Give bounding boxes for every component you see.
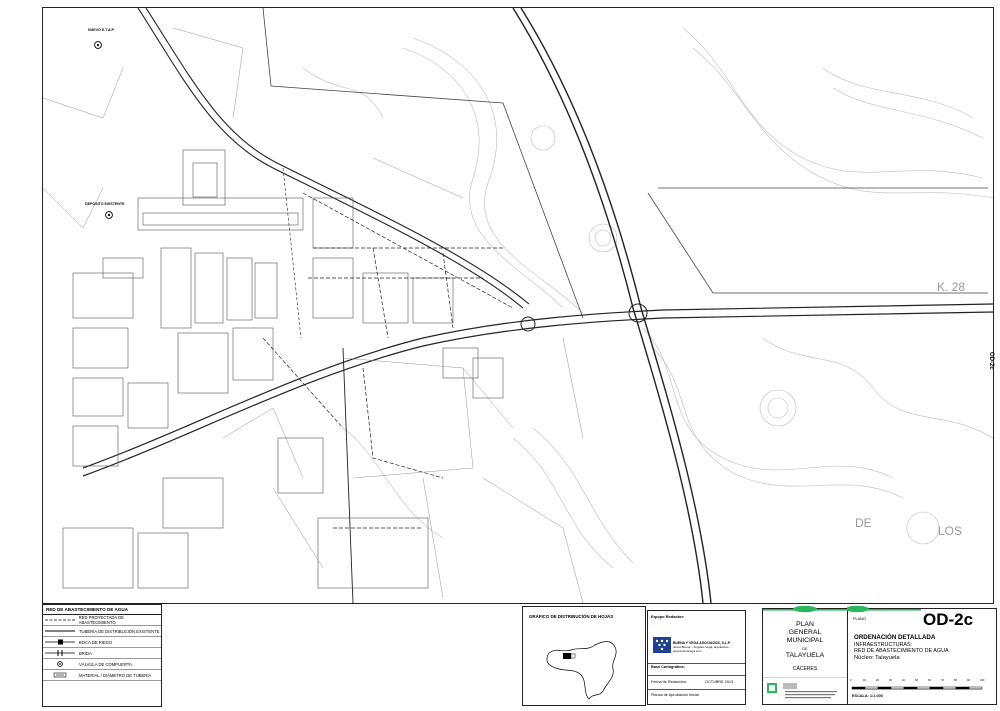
scale-tick-label: 60 (928, 679, 931, 682)
plan-line-3: MUNICIPAL (786, 637, 824, 644)
urban-blocks (62, 149, 504, 589)
dashed-line-icon (43, 615, 77, 625)
province-label: CÁCERES (792, 666, 818, 672)
scale-tick-label: 10 (863, 679, 866, 682)
projected-network (262, 192, 514, 529)
sheet-code: OD-2c (923, 610, 974, 629)
company-web: www.buenavega.com (673, 648, 702, 653)
green-tab-icon (763, 605, 847, 613)
legend-item: RED PROYECTADA DE ABASTECIMIENTO (43, 615, 161, 626)
legend-item-label: RED PROYECTADA DE ABASTECIMIENTO (78, 615, 124, 625)
plan-label: PLANO (853, 617, 866, 621)
team-divider (648, 675, 745, 676)
legend-item: MATERIAL / DIÁMETRO DE TUBERÍA (43, 670, 161, 681)
road-los-label: LOS (938, 524, 963, 538)
legend-item: TUBERÍA DE DISTRIBUCIÓN EXISTENTE (43, 626, 161, 637)
legend-panel: RED DE ABASTECIMIENTO DE AGUA RED PROYEC… (42, 604, 162, 707)
legend-item: BRIDA (43, 648, 161, 659)
plan-line-5: TALAYUELA (785, 652, 825, 659)
scale-tick-label: 0 (850, 679, 852, 682)
material-tag-icon (43, 670, 77, 680)
scale-tick-label: 40 (902, 679, 905, 682)
plan-line-2: GENERAL (788, 629, 822, 636)
legend-item-label: TUBERÍA DE DISTRIBUCIÓN EXISTENTE (79, 628, 160, 634)
legend-item-label: BOCA DE RIEGO (79, 639, 113, 645)
scale-tick-label: 90 (967, 679, 970, 682)
scale-label: ESCALA: 1:2.000 (852, 694, 883, 698)
legend-item-label: MATERIAL / DIÁMETRO DE TUBERÍA (79, 672, 152, 678)
scale-tick-label: 20 (876, 679, 879, 682)
deposit-symbols (94, 41, 113, 219)
title-line-4: Núcleo: Talayuela (854, 655, 900, 661)
team-label: Equipo Redactor: (651, 614, 685, 619)
company-address: Jesús Buena – Ángeles Vega, arquitectos … (673, 645, 729, 653)
sheet-distribution-panel: GRÁFICO DE DISTRIBUCIÓN DE HOJAS (522, 606, 646, 706)
legend-title: RED DE ABASTECIMIENTO DE AGUA (43, 605, 161, 615)
title-line-1: ORDENACIÓN DETALLADA (854, 634, 936, 641)
legend-item: BOCA DE RIEGO (43, 637, 161, 648)
legend-item-label: VÁLVULA DE COMPUERTA (79, 661, 132, 667)
date-label: Fecha de Redacción: (651, 680, 687, 684)
distribution-title: GRÁFICO DE DISTRIBUCIÓN DE HOJAS (529, 614, 614, 619)
map-frame[interactable]: NUEVO E.T.A.P. DEPÓSITO EXISTENTE K. 28 … (42, 7, 994, 604)
boundary-lines (262, 8, 988, 319)
main-roads (82, 8, 993, 603)
company-logo-icon (653, 637, 671, 653)
scale-ticks: 0 10 20 30 40 50 60 70 80 90 100 (850, 679, 990, 685)
title-line-3: RED DE ABASTECIMIENTO DE AGUA (854, 648, 949, 654)
road-km-label: K. 28 (937, 280, 966, 294)
municipality-outline-icon (546, 641, 617, 700)
plan-line-1: PLAN (796, 621, 814, 628)
base-label: Base Cartográfica: (651, 665, 685, 669)
scale-tick-label: 80 (954, 679, 957, 682)
sponsor-logos-icon (763, 677, 847, 699)
solid-line-icon (43, 626, 77, 636)
stage-label: Planos de Aprobación Inicial (651, 693, 699, 697)
team-divider (648, 663, 745, 664)
scale-tick-label: 50 (915, 679, 918, 682)
date-value: OCTUBRE 2013 (705, 680, 734, 684)
drafting-team-panel: Equipo Redactor: BUENA Y VEGA ASOCIADOS,… (647, 610, 746, 705)
map-canvas (43, 8, 993, 603)
drawing-sheet: NUEVO E.T.A.P. DEPÓSITO EXISTENTE K. 28 … (0, 0, 1000, 711)
valve-circle-icon (43, 659, 77, 669)
deposit-existing-label: DEPÓSITO EXISTENTE (85, 202, 125, 206)
flange-line-icon (43, 648, 77, 658)
deposit-new-label: NUEVO E.T.A.P. (88, 28, 115, 32)
scale-tick-label: 100 (980, 679, 985, 682)
side-sheet-code: OD-2c (988, 352, 994, 370)
road-de-label: DE (855, 516, 872, 530)
scale-tick-label: 30 (889, 679, 892, 682)
team-divider (648, 689, 745, 690)
hydrant-line-icon (43, 637, 77, 647)
legend-item: VÁLVULA DE COMPUERTA (43, 659, 161, 670)
legend-item-label: BRIDA (79, 650, 92, 656)
scale-tick-label: 70 (941, 679, 944, 682)
contour-lines (302, 27, 993, 569)
plan-general-panel: PLAN GENERAL MUNICIPAL DE TALAYUELA CÁCE… (762, 605, 848, 705)
